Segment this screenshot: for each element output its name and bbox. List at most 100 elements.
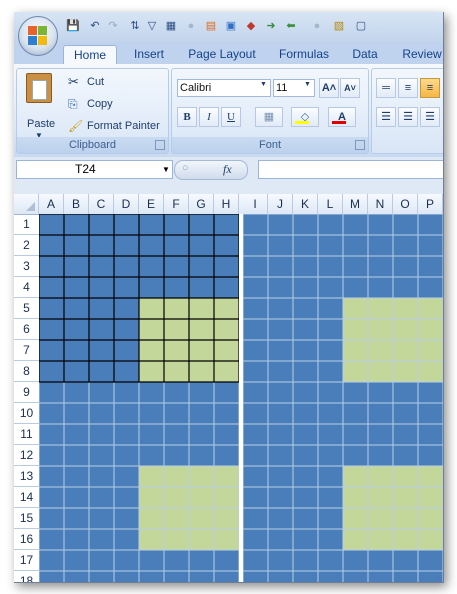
- cell-m6[interactable]: [342, 318, 369, 341]
- cut-button[interactable]: Cut: [87, 76, 104, 88]
- align-bottom-icon[interactable]: ≡: [420, 78, 440, 98]
- cell-h6[interactable]: [213, 318, 240, 341]
- cell-h17[interactable]: [213, 549, 240, 572]
- row-header-1[interactable]: 1: [14, 214, 39, 235]
- align-top-icon[interactable]: ═: [376, 78, 396, 98]
- column-header-p[interactable]: P: [418, 194, 443, 214]
- cell-n6[interactable]: [367, 318, 394, 341]
- cell-g17[interactable]: [188, 549, 215, 572]
- cell-l2[interactable]: [317, 234, 344, 257]
- cell-h11[interactable]: [213, 423, 240, 446]
- cell-p17[interactable]: [417, 549, 443, 572]
- cell-n1[interactable]: [367, 214, 394, 236]
- paste-button[interactable]: Paste: [27, 118, 55, 130]
- cell-f2[interactable]: [163, 234, 190, 257]
- bold-button[interactable]: B: [177, 107, 197, 127]
- tab-data[interactable]: Data: [347, 45, 383, 64]
- cell-g16[interactable]: [188, 528, 215, 551]
- row-header-17[interactable]: 17: [14, 550, 39, 571]
- column-header-o[interactable]: O: [393, 194, 418, 214]
- cell-k2[interactable]: [292, 234, 319, 257]
- cell-f8[interactable]: [163, 360, 190, 383]
- cell-b17[interactable]: [63, 549, 90, 572]
- cell-area[interactable]: [39, 214, 443, 582]
- column-header-g[interactable]: G: [189, 194, 214, 214]
- cell-o11[interactable]: [392, 423, 419, 446]
- cell-j1[interactable]: [267, 214, 294, 236]
- cell-l17[interactable]: [317, 549, 344, 572]
- cell-m5[interactable]: [342, 297, 369, 320]
- column-header-l[interactable]: L: [318, 194, 343, 214]
- cell-o10[interactable]: [392, 402, 419, 425]
- cell-o7[interactable]: [392, 339, 419, 362]
- fx-icon[interactable]: fx: [223, 162, 232, 177]
- cell-e13[interactable]: [138, 465, 165, 488]
- cell-c15[interactable]: [88, 507, 115, 530]
- cell-e9[interactable]: [138, 381, 165, 404]
- palette-icon[interactable]: ◆: [244, 19, 258, 33]
- cell-p6[interactable]: [417, 318, 443, 341]
- cell-l18[interactable]: [317, 570, 344, 582]
- cell-f1[interactable]: [163, 214, 190, 236]
- cell-e10[interactable]: [138, 402, 165, 425]
- row-header-11[interactable]: 11: [14, 424, 39, 445]
- cell-g11[interactable]: [188, 423, 215, 446]
- cell-f14[interactable]: [163, 486, 190, 509]
- cell-i17[interactable]: [242, 549, 269, 572]
- cell-d18[interactable]: [113, 570, 140, 582]
- cell-h4[interactable]: [213, 276, 240, 299]
- cell-c6[interactable]: [88, 318, 115, 341]
- cell-d15[interactable]: [113, 507, 140, 530]
- camera-icon[interactable]: ▢: [354, 19, 368, 33]
- cell-p1[interactable]: [417, 214, 443, 236]
- cell-k12[interactable]: [292, 444, 319, 467]
- cell-m11[interactable]: [342, 423, 369, 446]
- cell-k15[interactable]: [292, 507, 319, 530]
- cell-k11[interactable]: [292, 423, 319, 446]
- cell-c11[interactable]: [88, 423, 115, 446]
- cell-g18[interactable]: [188, 570, 215, 582]
- copy-button[interactable]: Copy: [87, 98, 113, 110]
- form-icon[interactable]: ▣: [224, 19, 238, 33]
- cell-m13[interactable]: [342, 465, 369, 488]
- cell-m8[interactable]: [342, 360, 369, 383]
- cell-l7[interactable]: [317, 339, 344, 362]
- cell-a8[interactable]: [39, 360, 65, 383]
- cell-h9[interactable]: [213, 381, 240, 404]
- row-header-12[interactable]: 12: [14, 445, 39, 466]
- cell-f17[interactable]: [163, 549, 190, 572]
- cell-j14[interactable]: [267, 486, 294, 509]
- cell-n10[interactable]: [367, 402, 394, 425]
- save-icon[interactable]: 💾: [66, 19, 80, 33]
- cell-n13[interactable]: [367, 465, 394, 488]
- cell-d2[interactable]: [113, 234, 140, 257]
- cell-j16[interactable]: [267, 528, 294, 551]
- redo-icon[interactable]: ↷: [106, 19, 120, 33]
- column-header-m[interactable]: M: [343, 194, 368, 214]
- font-name-select[interactable]: Calibri: [177, 79, 271, 97]
- cell-a5[interactable]: [39, 297, 65, 320]
- cell-k7[interactable]: [292, 339, 319, 362]
- cell-a4[interactable]: [39, 276, 65, 299]
- cell-o16[interactable]: [392, 528, 419, 551]
- cell-g15[interactable]: [188, 507, 215, 530]
- cell-c10[interactable]: [88, 402, 115, 425]
- cell-k14[interactable]: [292, 486, 319, 509]
- cell-g1[interactable]: [188, 214, 215, 236]
- name-box[interactable]: T24 ▼: [16, 160, 173, 179]
- cell-c2[interactable]: [88, 234, 115, 257]
- row-header-10[interactable]: 10: [14, 403, 39, 424]
- column-header-q[interactable]: Q: [443, 194, 444, 214]
- column-header-i[interactable]: I: [243, 194, 268, 214]
- column-header-b[interactable]: B: [64, 194, 89, 214]
- cell-d4[interactable]: [113, 276, 140, 299]
- clipboard-launcher-icon[interactable]: [155, 140, 165, 150]
- cell-e14[interactable]: [138, 486, 165, 509]
- align-right-icon[interactable]: ☰: [420, 107, 440, 127]
- format-painter-icon[interactable]: 🖌: [68, 119, 83, 133]
- cell-h15[interactable]: [213, 507, 240, 530]
- arrow-left-icon[interactable]: ⬅: [284, 19, 298, 33]
- cell-b4[interactable]: [63, 276, 90, 299]
- cell-g10[interactable]: [188, 402, 215, 425]
- column-header-a[interactable]: A: [39, 194, 64, 214]
